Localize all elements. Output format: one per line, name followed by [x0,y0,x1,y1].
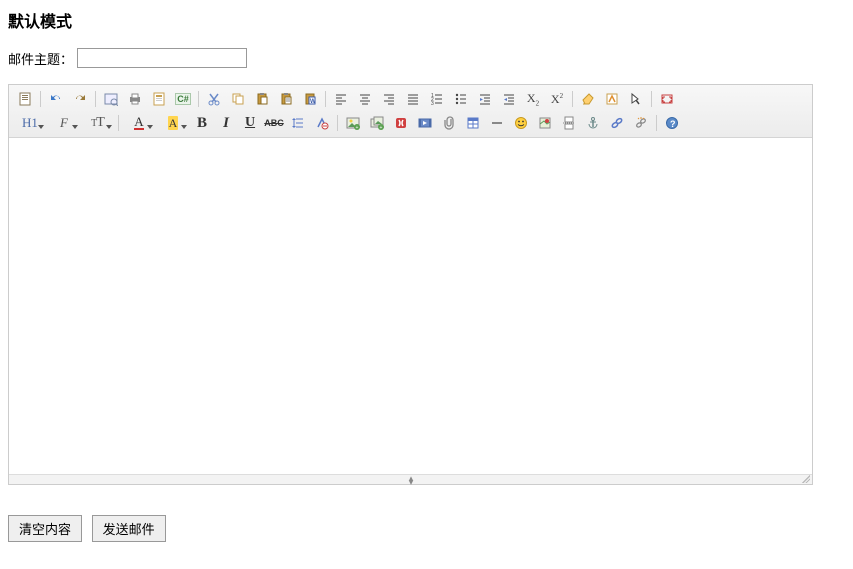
copy-icon[interactable] [228,89,248,109]
toolbar-row-1: C# W [13,87,808,111]
italic-icon[interactable]: I [216,113,236,133]
hilitecolor-dropdown[interactable]: A [158,113,188,133]
chevron-down-icon [72,125,78,129]
codeblock-label: C# [175,93,191,105]
send-button[interactable]: 发送邮件 [92,515,166,542]
subject-label: 邮件主题： [8,49,73,68]
editor-toolbar: C# W [9,85,812,138]
bold-label: B [197,115,207,132]
insertfile-icon[interactable] [439,113,459,133]
chevron-down-icon [106,125,112,129]
wordpaste-icon[interactable]: W [300,89,320,109]
redo-icon[interactable] [70,89,90,109]
forecolor-label: A [134,116,143,130]
unlink-icon[interactable] [631,113,651,133]
resize-grip-icon: ▴▾ [409,476,413,484]
table-icon[interactable] [463,113,483,133]
codeblock-icon[interactable]: C# [173,89,193,109]
about-icon[interactable]: ? [662,113,682,133]
outdent-icon[interactable] [499,89,519,109]
strike-icon[interactable]: ABC [264,113,284,133]
separator [337,115,338,131]
orderedlist-icon[interactable]: 123 [427,89,447,109]
undo-icon[interactable] [46,89,66,109]
subscript-icon[interactable]: X2 [523,89,543,109]
subject-input[interactable] [77,48,247,68]
toolbar-row-2: H1 F TT A A B I U ABC [13,111,808,135]
clearhtml-icon[interactable] [578,89,598,109]
justifyfull-icon[interactable] [403,89,423,109]
chevron-down-icon [38,125,44,129]
svg-text:3: 3 [431,101,434,106]
sub-2: 2 [536,99,540,107]
svg-text:W: W [310,99,316,105]
paste-icon[interactable] [252,89,272,109]
formatblock-label: H1 [22,115,38,131]
separator [325,91,326,107]
removeformat-icon[interactable] [312,113,332,133]
sub-x: X [527,91,536,105]
italic-label: I [223,115,229,132]
cut-icon[interactable] [204,89,224,109]
svg-text:+: + [356,125,359,130]
subject-row: 邮件主题： [8,48,845,68]
selectall-icon[interactable] [626,89,646,109]
underline-icon[interactable]: U [240,113,260,133]
quickformat-icon[interactable] [602,89,622,109]
preview-icon[interactable] [101,89,121,109]
plainpaste-icon[interactable] [276,89,296,109]
editor-wrapper: C# W [8,84,813,485]
separator [198,91,199,107]
corner-grip-icon [802,475,810,483]
justifyright-icon[interactable] [379,89,399,109]
fullscreen-icon[interactable] [657,89,677,109]
resize-bar[interactable]: ▴▾ [9,474,812,484]
chevron-down-icon [147,125,153,129]
bold-icon[interactable]: B [192,113,212,133]
flash-icon[interactable] [391,113,411,133]
anchor-icon[interactable] [583,113,603,133]
sup-x: X [551,92,560,106]
link-icon[interactable] [607,113,627,133]
template-icon[interactable] [149,89,169,109]
separator [656,115,657,131]
image-icon[interactable]: + [343,113,363,133]
separator [95,91,96,107]
formatblock-dropdown[interactable]: H1 [15,113,45,133]
forecolor-dropdown[interactable]: A [124,113,154,133]
action-row: 清空内容 发送邮件 [8,515,845,542]
emoticon-icon[interactable] [511,113,531,133]
fontsize-big: T [96,115,105,131]
separator [40,91,41,107]
indent-icon[interactable] [475,89,495,109]
media-icon[interactable] [415,113,435,133]
baidumap-icon[interactable] [535,113,555,133]
sup-2: 2 [560,92,564,100]
print-icon[interactable] [125,89,145,109]
separator [118,115,119,131]
multiimage-icon[interactable]: + [367,113,387,133]
clear-button[interactable]: 清空内容 [8,515,82,542]
editor-body[interactable] [9,138,812,474]
svg-text:+: + [380,125,383,130]
fontname-label: F [60,115,68,131]
hilitecolor-label: A [168,116,179,130]
superscript-icon[interactable]: X2 [547,89,567,109]
svg-text:?: ? [670,119,676,129]
justifycenter-icon[interactable] [355,89,375,109]
unorderedlist-icon[interactable] [451,89,471,109]
pagebreak-icon[interactable] [559,113,579,133]
fontname-dropdown[interactable]: F [49,113,79,133]
page-title: 默认模式 [8,8,845,32]
fontsize-dropdown[interactable]: TT [83,113,113,133]
hr-icon[interactable] [487,113,507,133]
separator [651,91,652,107]
underline-label: U [245,115,255,131]
justifyleft-icon[interactable] [331,89,351,109]
lineheight-icon[interactable] [288,113,308,133]
source-icon[interactable] [15,89,35,109]
separator [572,91,573,107]
chevron-down-icon [181,125,187,129]
strike-label: ABC [264,118,284,128]
